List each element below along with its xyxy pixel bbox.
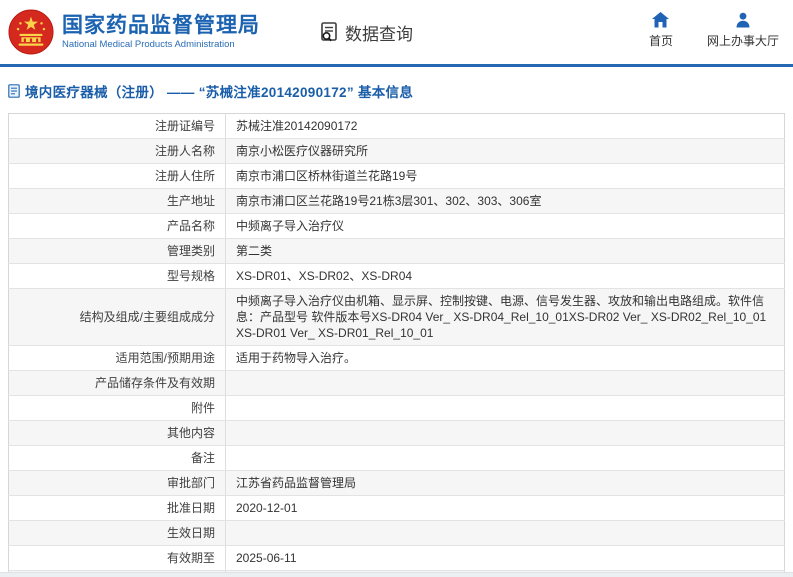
service-hall-link-label: 网上办事大厅 (706, 34, 779, 48)
row-label: 备注 (8, 445, 226, 471)
table-row: 结构及组成/主要组成成分 中频离子导入治疗仪由机箱、显示屏、控制按键、电源、信号发… (8, 288, 785, 346)
info-table-body: 注册证编号 苏械注准20142090172 注册人名称 南京小松医疗仪器研究所 注册人住… (8, 113, 785, 577)
table-row: 生效日期 (8, 520, 785, 546)
row-label: 批准日期 (8, 495, 226, 521)
service-hall-link[interactable]: 网上办事大厅 (707, 12, 779, 49)
row-label: 适用范围/预期用途 (8, 345, 226, 371)
table-row: 管理类别 第二类 (8, 238, 785, 264)
row-value (225, 370, 785, 396)
row-label: 生效日期 (8, 520, 226, 546)
table-row: 注册人名称 南京小松医疗仪器研究所 (8, 138, 785, 164)
agency-subtitle: National Medical Products Administration (62, 38, 235, 50)
row-value: XS-DR01、XS-DR02、XS-DR04 (225, 263, 785, 289)
row-label: 产品储存条件及有效期 (8, 370, 226, 396)
doc-search-icon (321, 22, 337, 42)
registration-info-table: 注册证编号 苏械注准20142090172 注册人名称 南京小松医疗仪器研究所 注册人住… (8, 113, 785, 577)
row-value: 南京市浦口区兰花路19号21栋3层301、302、303、306室 (225, 188, 785, 214)
row-label: 有效期至 (8, 545, 226, 571)
footer-strip (0, 572, 793, 577)
row-label: 其他内容 (8, 420, 226, 446)
nav-data-query[interactable]: 数据查询 (318, 20, 413, 45)
header-quick-links: 首页 网上办事大厅 (649, 12, 779, 49)
row-label: 生产地址 (8, 188, 226, 214)
row-value: 第二类 (225, 238, 785, 264)
row-value (225, 395, 785, 421)
national-emblem-icon (8, 9, 54, 55)
agency-name-block: 国家药品监督管理局 National Medical Products Admi… (62, 14, 260, 51)
table-row: 备注 (8, 445, 785, 471)
row-label: 型号规格 (8, 263, 226, 289)
site-header: 国家药品监督管理局 National Medical Products Admi… (0, 0, 793, 64)
home-link[interactable]: 首页 (649, 12, 673, 49)
nav-data-query-label: 数据查询 (345, 24, 413, 44)
table-row: 型号规格 XS-DR01、XS-DR02、XS-DR04 (8, 263, 785, 289)
table-row: 有效期至 2025-06-11 (8, 545, 785, 571)
table-row: 产品名称 中频离子导入治疗仪 (8, 213, 785, 239)
row-label: 注册人名称 (8, 138, 226, 164)
row-value: 南京市浦口区桥林街道兰花路19号 (225, 163, 785, 189)
table-row: 批准日期 2020-12-01 (8, 495, 785, 521)
table-row: 生产地址 南京市浦口区兰花路19号21栋3层301、302、303、306室 (8, 188, 785, 214)
row-value: 苏械注准20142090172 (225, 113, 785, 139)
breadcrumb: 境内医疗器械（注册） —— “苏械注准20142090172” 基本信息 (0, 67, 793, 111)
row-value: 2020-12-01 (225, 495, 785, 521)
site-logo[interactable]: 国家药品监督管理局 National Medical Products Admi… (8, 9, 260, 55)
agency-title: 国家药品监督管理局 (62, 13, 260, 37)
row-label: 结构及组成/主要组成成分 (8, 288, 226, 346)
row-value: 中频离子导入治疗仪由机箱、显示屏、控制按键、电源、信号发生器、攻放和输出电路组成… (225, 288, 785, 346)
table-row: 其他内容 (8, 420, 785, 446)
row-label: 注册人住所 (8, 163, 226, 189)
row-value: 中频离子导入治疗仪 (225, 213, 785, 239)
page-title: 境内医疗器械（注册） —— “苏械注准20142090172” 基本信息 (25, 85, 414, 100)
row-value: 适用于药物导入治疗。 (225, 345, 785, 371)
table-row: 注册证编号 苏械注准20142090172 (8, 113, 785, 139)
home-link-label: 首页 (648, 34, 673, 48)
row-value: 2025-06-11 (225, 545, 785, 571)
table-row: 附件 (8, 395, 785, 421)
row-value (225, 445, 785, 471)
user-icon (736, 12, 750, 28)
table-row: 适用范围/预期用途 适用于药物导入治疗。 (8, 345, 785, 371)
row-value (225, 420, 785, 446)
row-label: 注册证编号 (8, 113, 226, 139)
row-label: 附件 (8, 395, 226, 421)
row-label: 审批部门 (8, 470, 226, 496)
table-row: 审批部门 江苏省药品监督管理局 (8, 470, 785, 496)
row-label: 管理类别 (8, 238, 226, 264)
row-label: 产品名称 (8, 213, 226, 239)
document-icon (8, 84, 20, 98)
row-value (225, 520, 785, 546)
table-row: 注册人住所 南京市浦口区桥林街道兰花路19号 (8, 163, 785, 189)
row-value: 南京小松医疗仪器研究所 (225, 138, 785, 164)
home-icon (652, 12, 670, 28)
table-row: 产品储存条件及有效期 (8, 370, 785, 396)
row-value: 江苏省药品监督管理局 (225, 470, 785, 496)
